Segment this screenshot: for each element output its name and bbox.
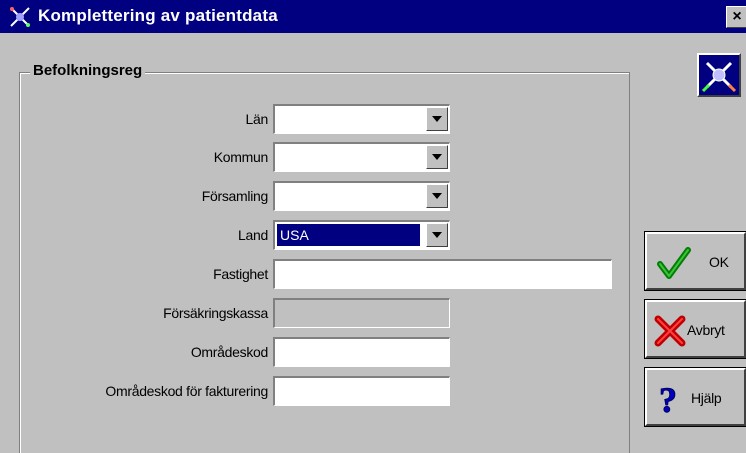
cancel-button[interactable]: Avbryt (644, 299, 746, 359)
forsakringskassa-input (273, 298, 450, 328)
omradeskod-label: Områdeskod (190, 344, 268, 360)
fastighet-input[interactable] (273, 259, 612, 289)
fastighet-label: Fastighet (213, 266, 268, 282)
omradeskod-fakturering-label: Områdeskod för fakturering (105, 383, 268, 399)
kommun-label: Kommun (213, 149, 269, 165)
chevron-down-icon[interactable] (426, 145, 448, 169)
land-value: USA (277, 224, 420, 246)
x-icon (654, 315, 686, 347)
chevron-down-icon[interactable] (426, 223, 448, 247)
close-button[interactable]: × (726, 6, 746, 28)
land-select[interactable]: USA (273, 220, 450, 250)
checkmark-icon (657, 247, 691, 279)
help-button[interactable]: ? Hjälp (644, 367, 746, 427)
group-label: Befolkningsreg (30, 62, 146, 79)
kommun-value (277, 146, 283, 168)
forsamling-select[interactable] (273, 181, 450, 211)
app-logo-icon[interactable] (697, 53, 741, 97)
forsamling-label: Församling (201, 188, 269, 204)
window-title: Komplettering av patientdata (38, 6, 278, 25)
forsakringskassa-label: Försäkringskassa (163, 305, 268, 321)
land-label: Land (238, 227, 268, 243)
ok-button[interactable]: OK (644, 231, 746, 291)
kommun-select[interactable] (273, 142, 450, 172)
chevron-down-icon[interactable] (426, 184, 448, 208)
logo-glyph-icon (701, 61, 737, 93)
forsamling-value (277, 185, 283, 207)
question-icon: ? (659, 382, 678, 416)
svg-text:?: ? (659, 382, 677, 416)
lan-label: Län (245, 111, 269, 127)
chevron-down-icon[interactable] (426, 107, 448, 131)
help-label: Hjälp (691, 390, 722, 406)
lan-select[interactable] (273, 104, 450, 134)
omradeskod-fakturering-input[interactable] (273, 376, 450, 406)
title-bar: Komplettering av patientdata × (0, 0, 746, 33)
app-icon (8, 5, 32, 29)
cancel-label: Avbryt (687, 322, 725, 338)
omradeskod-input[interactable] (273, 337, 450, 367)
ok-label: OK (709, 254, 729, 270)
lan-value (277, 108, 283, 130)
